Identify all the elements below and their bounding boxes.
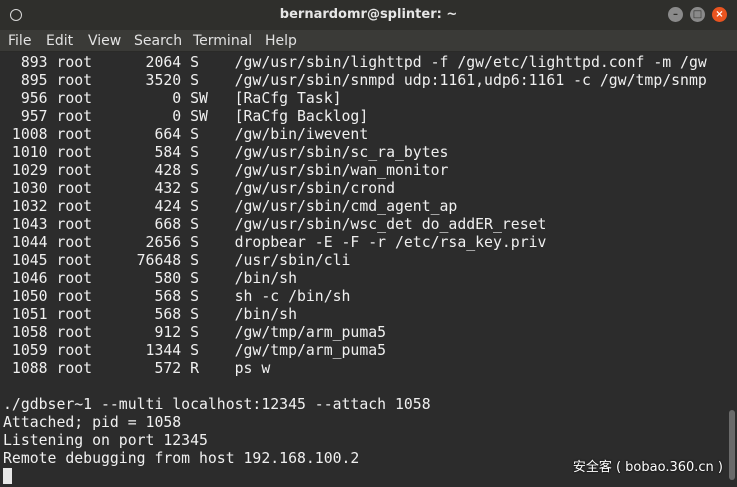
terminal-line: 957 root 0 SW [RaCfg Backlog] xyxy=(3,108,369,125)
terminal-line: 1044 root 2656 S dropbear -E -F -r /etc/… xyxy=(3,234,547,251)
terminal-line: 1046 root 580 S /bin/sh xyxy=(3,270,297,287)
terminal-line: 1043 root 668 S /gw/usr/sbin/wsc_det do_… xyxy=(3,216,547,233)
menu-bar: File Edit View Search Terminal Help xyxy=(0,30,737,52)
terminal-output[interactable]: 893 root 2064 S /gw/usr/sbin/lighttpd -f… xyxy=(0,52,727,487)
terminal-line: 1008 root 664 S /gw/bin/iwevent xyxy=(3,126,369,143)
menu-edit[interactable]: Edit xyxy=(46,33,73,49)
watermark: 安全客 ( bobao.360.cn ) xyxy=(572,460,723,475)
scrollbar-thumb[interactable] xyxy=(729,410,735,480)
terminal-line: Listening on port 12345 xyxy=(3,432,208,449)
terminal-line: 1050 root 568 S sh -c /bin/sh xyxy=(3,288,351,305)
title-bar: bernardomr@splinter: ~ – □ × xyxy=(0,0,737,30)
terminal-line: 956 root 0 SW [RaCfg Task] xyxy=(3,90,342,107)
terminal-line: 1051 root 568 S /bin/sh xyxy=(3,306,297,323)
menu-help[interactable]: Help xyxy=(265,33,297,49)
terminal-line: 1059 root 1344 S /gw/tmp/arm_puma5 xyxy=(3,342,387,359)
terminal-line: 1030 root 432 S /gw/usr/sbin/crond xyxy=(3,180,395,197)
terminal-line: 1088 root 572 R ps w xyxy=(3,360,271,377)
terminal-line: ./gdbser~1 --multi localhost:12345 --att… xyxy=(3,396,431,413)
close-icon[interactable]: × xyxy=(712,7,727,22)
window-title: bernardomr@splinter: ~ xyxy=(279,7,458,22)
terminal-line: Attached; pid = 1058 xyxy=(3,414,182,431)
terminal-line: 1032 root 424 S /gw/usr/sbin/cmd_agent_a… xyxy=(3,198,458,215)
menu-view[interactable]: View xyxy=(88,33,121,49)
terminal-line: 1045 root 76648 S /usr/sbin/cli xyxy=(3,252,351,269)
menu-terminal[interactable]: Terminal xyxy=(193,33,252,49)
menu-search[interactable]: Search xyxy=(134,33,182,49)
maximize-icon[interactable]: □ xyxy=(690,7,705,22)
terminal-line: 895 root 3520 S /gw/usr/sbin/snmpd udp:1… xyxy=(3,72,707,89)
menu-file[interactable]: File xyxy=(8,33,31,49)
terminal-line: 1058 root 912 S /gw/tmp/arm_puma5 xyxy=(3,324,387,341)
terminal-line: 1010 root 584 S /gw/usr/sbin/sc_ra_bytes xyxy=(3,144,449,161)
terminal-line: 893 root 2064 S /gw/usr/sbin/lighttpd -f… xyxy=(3,54,707,71)
terminal-cursor xyxy=(3,468,12,484)
minimize-icon[interactable]: – xyxy=(668,7,683,22)
terminal-line: 1029 root 428 S /gw/usr/sbin/wan_monitor xyxy=(3,162,449,179)
